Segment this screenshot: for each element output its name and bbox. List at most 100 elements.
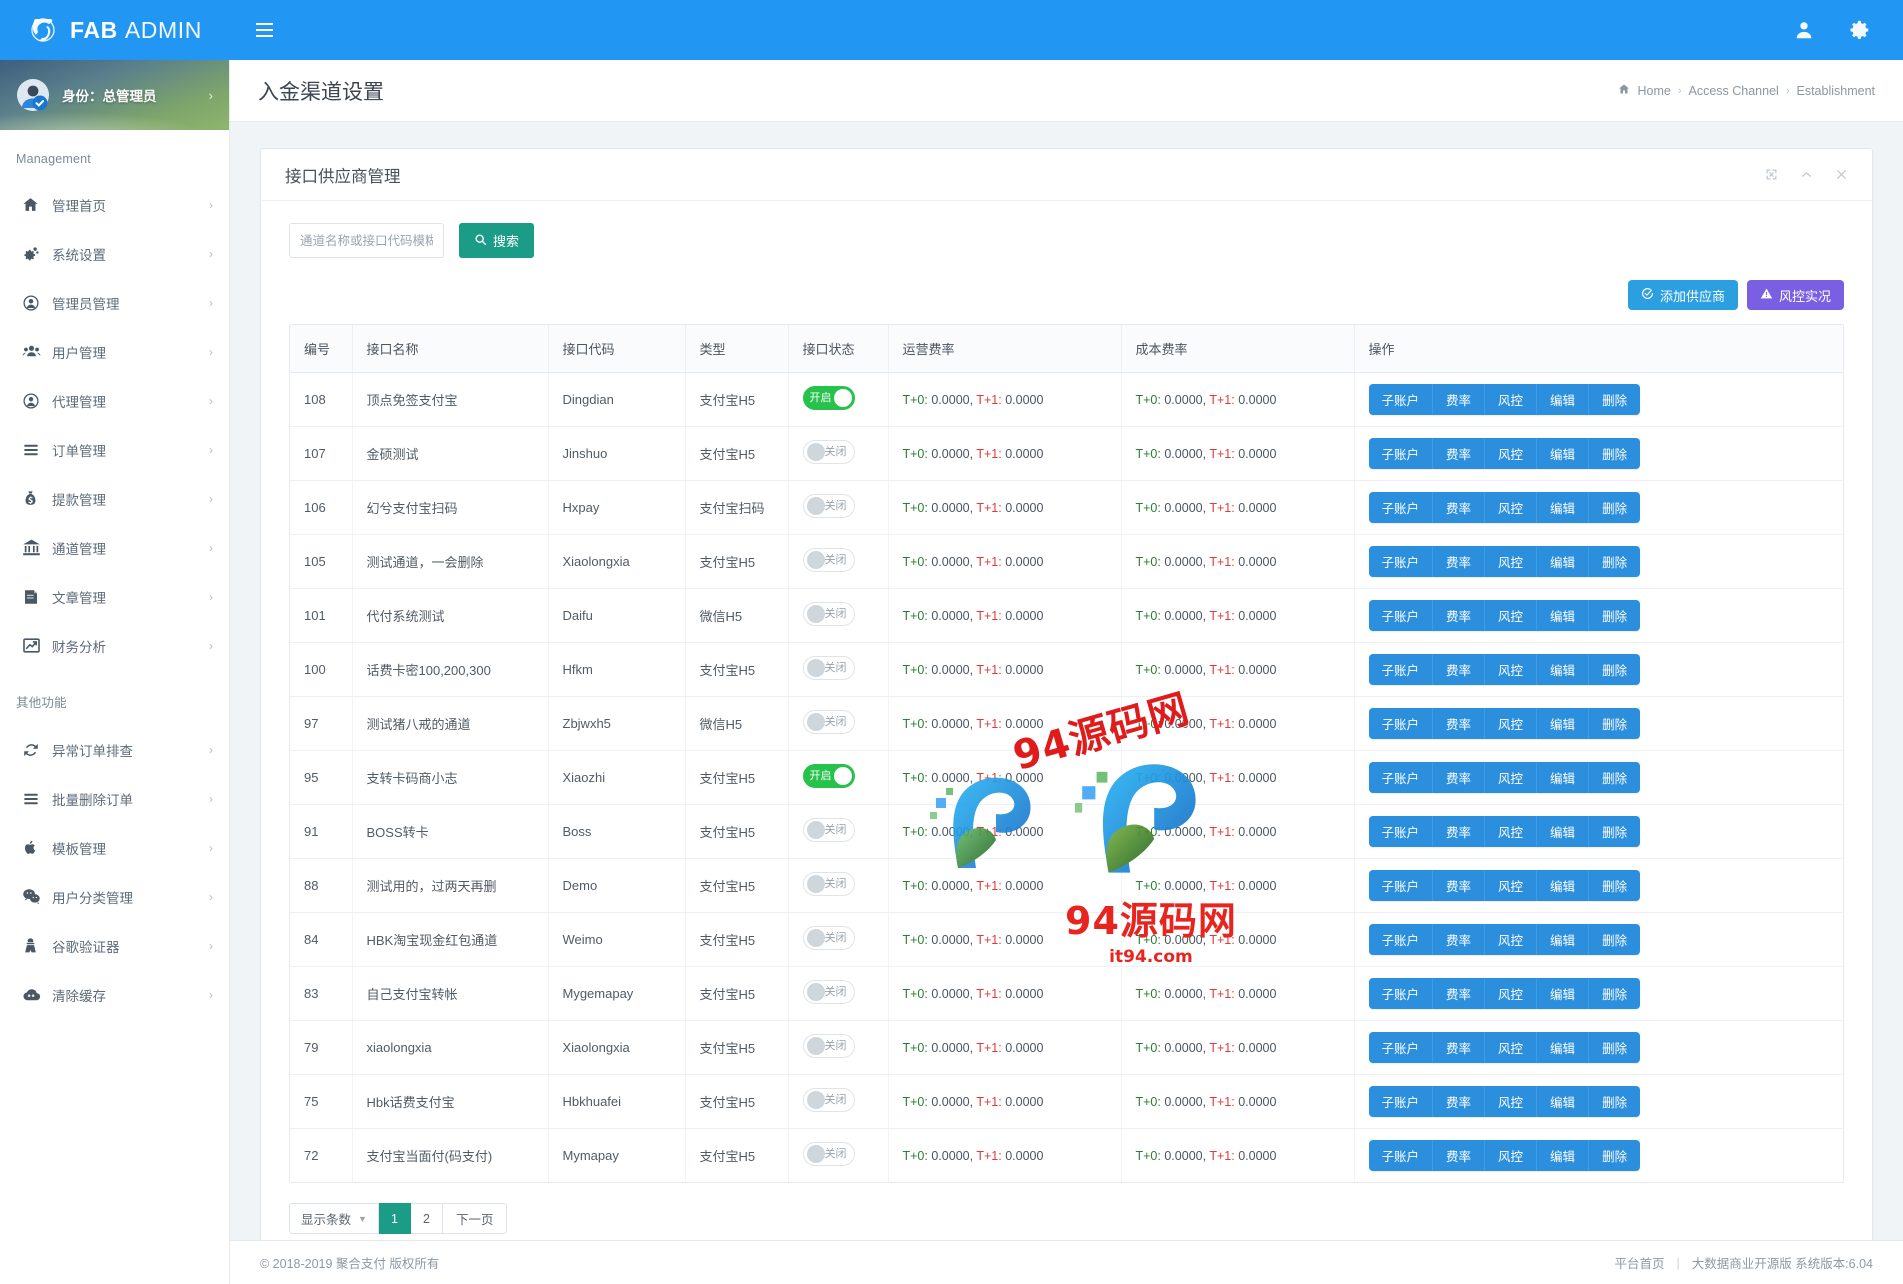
sidebar-item-withdraw-management[interactable]: 提款管理 › [0,474,229,523]
risk-control-button[interactable]: 风控 [1485,438,1538,469]
fee-rate-button[interactable]: 费率 [1433,600,1486,631]
fee-rate-button[interactable]: 费率 [1433,978,1486,1009]
sub-account-button[interactable]: 子账户 [1368,600,1434,631]
gear-icon[interactable] [1849,19,1871,41]
status-toggle[interactable]: 关闭 [802,656,855,680]
edit-button[interactable]: 编辑 [1537,438,1590,469]
sub-account-button[interactable]: 子账户 [1368,1140,1434,1171]
fee-rate-button[interactable]: 费率 [1433,924,1486,955]
edit-button[interactable]: 编辑 [1537,978,1590,1009]
sub-account-button[interactable]: 子账户 [1368,708,1434,739]
sub-account-button[interactable]: 子账户 [1368,546,1434,577]
sidebar-item-user-category-management[interactable]: 用户分类管理 › [0,872,229,921]
sub-account-button[interactable]: 子账户 [1368,816,1434,847]
status-toggle[interactable]: 关闭 [802,818,855,842]
sidebar-profile[interactable]: 身份：总管理员 › [0,60,229,130]
sub-account-button[interactable]: 子账户 [1368,870,1434,901]
delete-button[interactable]: 删除 [1589,492,1641,523]
risk-control-button[interactable]: 风控 [1485,1032,1538,1063]
status-toggle[interactable]: 关闭 [802,872,855,896]
risk-control-button[interactable]: 风控 [1485,978,1538,1009]
risk-control-button[interactable]: 风控 [1485,816,1538,847]
delete-button[interactable]: 删除 [1589,870,1641,901]
fee-rate-button[interactable]: 费率 [1433,762,1486,793]
risk-control-button[interactable]: 风控 [1485,1086,1538,1117]
sidebar-item-template-management[interactable]: 模板管理 › [0,823,229,872]
risk-control-button[interactable]: 风控 [1485,546,1538,577]
sidebar-item-abnormal-orders[interactable]: 异常订单排查 › [0,725,229,774]
edit-button[interactable]: 编辑 [1537,762,1590,793]
sidebar-toggle-button[interactable] [256,13,290,47]
search-button[interactable]: 搜索 [459,223,535,258]
page-button-1[interactable]: 1 [378,1203,411,1234]
sidebar-item-order-management[interactable]: 订单管理 › [0,425,229,474]
footer-home-link[interactable]: 平台首页 [1614,1253,1664,1272]
status-toggle[interactable]: 关闭 [802,710,855,734]
sidebar-item-batch-delete-orders[interactable]: 批量删除订单 › [0,774,229,823]
delete-button[interactable]: 删除 [1589,708,1641,739]
fee-rate-button[interactable]: 费率 [1433,654,1486,685]
sub-account-button[interactable]: 子账户 [1368,978,1434,1009]
fee-rate-button[interactable]: 费率 [1433,708,1486,739]
sub-account-button[interactable]: 子账户 [1368,384,1434,415]
sidebar-item-channel-management[interactable]: 通道管理 › [0,523,229,572]
sub-account-button[interactable]: 子账户 [1368,492,1434,523]
brand-logo-area[interactable]: FAB ADMIN [0,0,230,60]
page-size-select[interactable]: 显示条数 ▼ [289,1203,379,1234]
delete-button[interactable]: 删除 [1589,438,1641,469]
fee-rate-button[interactable]: 费率 [1433,492,1486,523]
sidebar-item-financial-analysis[interactable]: 财务分析 › [0,621,229,670]
risk-control-button[interactable]: 风控 [1485,600,1538,631]
next-page-button[interactable]: 下一页 [442,1203,508,1234]
sidebar-item-article-management[interactable]: 文章管理 › [0,572,229,621]
risk-control-button[interactable]: 风控 [1485,870,1538,901]
status-toggle[interactable]: 关闭 [802,548,855,572]
expand-icon[interactable] [1765,168,1778,181]
sidebar-item-system-settings[interactable]: 系统设置 › [0,229,229,278]
edit-button[interactable]: 编辑 [1537,654,1590,685]
breadcrumb-item-home[interactable]: Home [1637,84,1670,98]
user-icon[interactable] [1793,19,1815,41]
risk-control-button[interactable]: 风控 [1485,384,1538,415]
sub-account-button[interactable]: 子账户 [1368,1032,1434,1063]
edit-button[interactable]: 编辑 [1537,546,1590,577]
status-toggle[interactable]: 关闭 [802,440,855,464]
fee-rate-button[interactable]: 费率 [1433,1140,1486,1171]
edit-button[interactable]: 编辑 [1537,1032,1590,1063]
fee-rate-button[interactable]: 费率 [1433,1032,1486,1063]
close-icon[interactable] [1835,168,1848,181]
delete-button[interactable]: 删除 [1589,546,1641,577]
delete-button[interactable]: 删除 [1589,1140,1641,1171]
status-toggle[interactable]: 开启 [802,386,855,410]
delete-button[interactable]: 删除 [1589,978,1641,1009]
edit-button[interactable]: 编辑 [1537,384,1590,415]
sub-account-button[interactable]: 子账户 [1368,438,1434,469]
risk-control-button[interactable]: 风控 [1485,762,1538,793]
edit-button[interactable]: 编辑 [1537,708,1590,739]
risk-control-button[interactable]: 风控 [1485,708,1538,739]
edit-button[interactable]: 编辑 [1537,870,1590,901]
sidebar-item-user-management[interactable]: 用户管理 › [0,327,229,376]
edit-button[interactable]: 编辑 [1537,600,1590,631]
status-toggle[interactable]: 关闭 [802,1034,855,1058]
add-supplier-button[interactable]: 添加供应商 [1627,280,1738,310]
edit-button[interactable]: 编辑 [1537,816,1590,847]
risk-control-button[interactable]: 风控 [1485,1140,1538,1171]
status-toggle[interactable]: 关闭 [802,980,855,1004]
sub-account-button[interactable]: 子账户 [1368,924,1434,955]
sidebar-item-agent-management[interactable]: 代理管理 › [0,376,229,425]
status-toggle[interactable]: 关闭 [802,926,855,950]
delete-button[interactable]: 删除 [1589,600,1641,631]
status-toggle[interactable]: 关闭 [802,1088,855,1112]
sub-account-button[interactable]: 子账户 [1368,654,1434,685]
delete-button[interactable]: 删除 [1589,1086,1641,1117]
status-toggle[interactable]: 关闭 [802,1142,855,1166]
search-input[interactable] [289,223,444,258]
sub-account-button[interactable]: 子账户 [1368,762,1434,793]
fee-rate-button[interactable]: 费率 [1433,384,1486,415]
sidebar-item-google-authenticator[interactable]: 谷歌验证器 › [0,921,229,970]
edit-button[interactable]: 编辑 [1537,924,1590,955]
fee-rate-button[interactable]: 费率 [1433,546,1486,577]
fee-rate-button[interactable]: 费率 [1433,870,1486,901]
status-toggle[interactable]: 关闭 [802,602,855,626]
